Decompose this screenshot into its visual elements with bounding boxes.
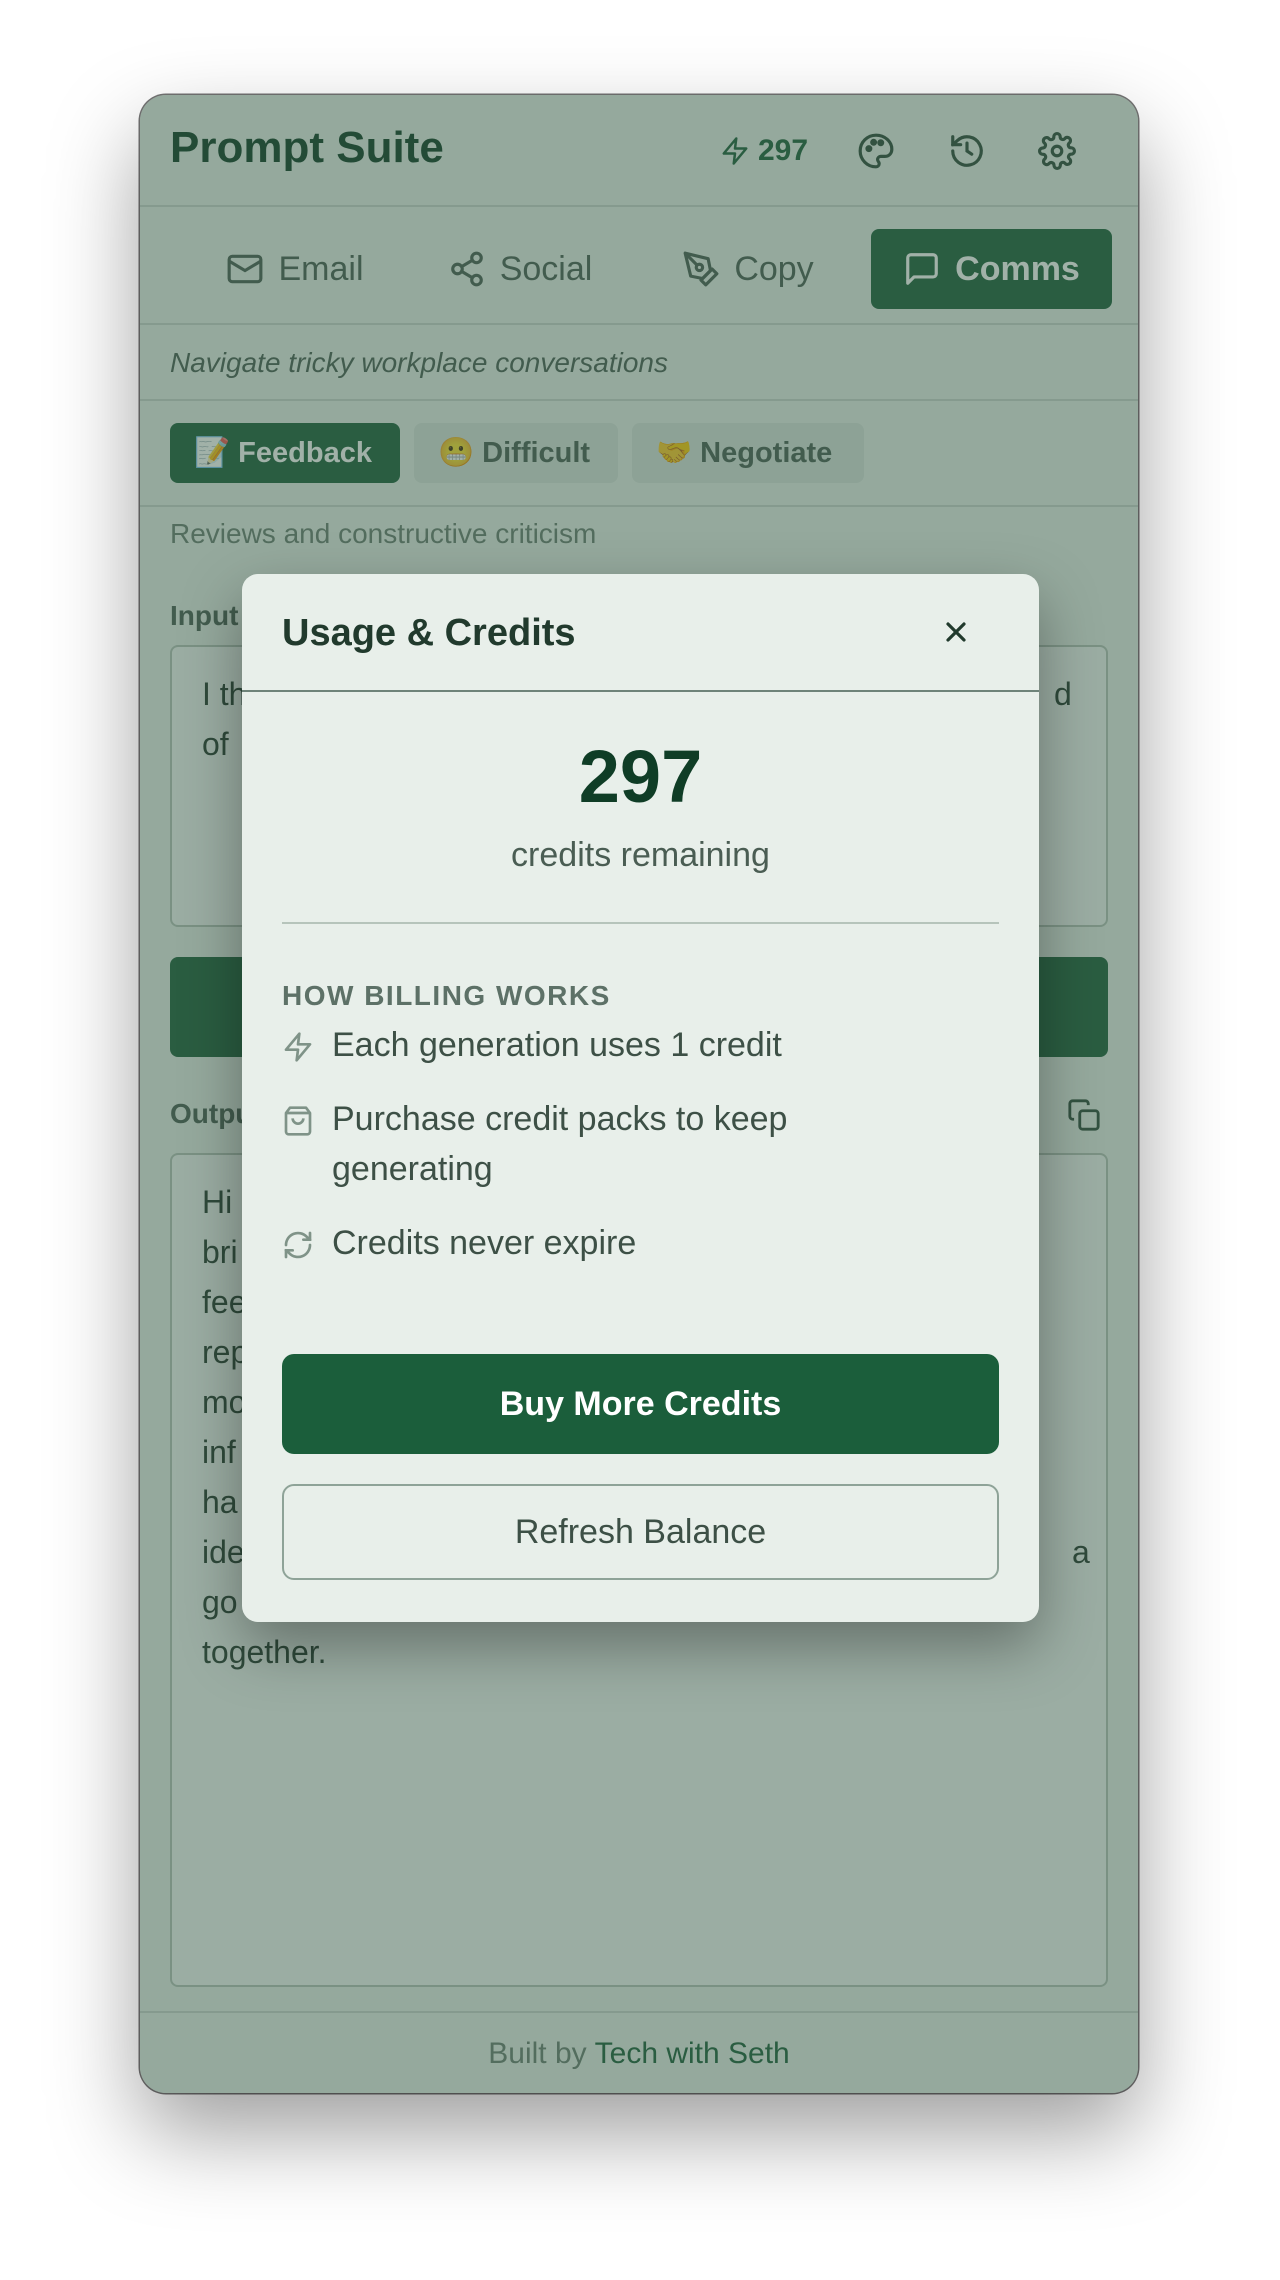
- credits-remaining-label: credits remaining: [511, 836, 770, 874]
- buy-more-credits-button[interactable]: Buy More Credits: [282, 1354, 999, 1454]
- modal-header-divider: [242, 690, 1039, 692]
- billing-item: Credits never expire: [282, 1218, 842, 1268]
- billing-item-text: Credits never expire: [332, 1224, 637, 1262]
- app-window: Prompt Suite 297 Email Social Copy Comms…: [140, 95, 1138, 2093]
- billing-item: Each generation uses 1 credit: [282, 1020, 842, 1070]
- modal-close-button[interactable]: [928, 604, 984, 660]
- billing-item-text: Purchase credit packs to keep generating: [332, 1100, 788, 1188]
- refresh-icon: [284, 1231, 312, 1259]
- modal-title: Usage & Credits: [282, 612, 576, 654]
- modal-divider: [282, 922, 999, 924]
- zap-icon: [284, 1032, 312, 1062]
- shopping-bag-icon: [284, 1106, 312, 1136]
- credits-remaining-count: 297: [578, 735, 703, 818]
- billing-item-text: Each generation uses 1 credit: [332, 1026, 782, 1064]
- billing-section-title: HOW BILLING WORKS: [282, 980, 611, 1011]
- billing-item: Purchase credit packs to keep generating: [282, 1094, 842, 1194]
- refresh-balance-button[interactable]: Refresh Balance: [282, 1484, 999, 1580]
- close-icon: [946, 622, 966, 642]
- usage-credits-modal: Usage & Credits 297 credits remaining HO…: [242, 574, 1039, 1622]
